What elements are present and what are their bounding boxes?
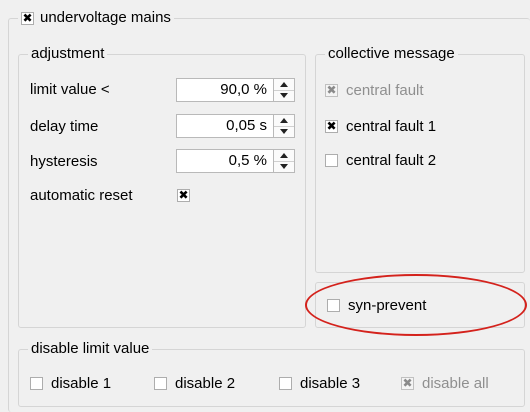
disable-all-label: disable all <box>422 374 489 392</box>
arrow-up-icon <box>280 117 288 123</box>
central-fault-2-label: central fault 2 <box>346 151 437 169</box>
disable-3-checkbox[interactable] <box>279 376 292 390</box>
hysteresis-input[interactable]: 0,5 % <box>176 149 274 173</box>
limit-value-spinbox[interactable]: 90,0 % <box>176 78 295 102</box>
delay-time-label: delay time <box>30 118 99 135</box>
limit-value-spin-buttons <box>274 78 295 102</box>
disable-limit-value-legend: disable limit value <box>28 340 153 358</box>
automatic-reset-label: automatic reset <box>30 187 133 204</box>
disable-2-option: disable 2 <box>154 372 235 394</box>
delay-time-input[interactable]: 0,05 s <box>176 114 274 138</box>
arrow-down-icon <box>280 129 288 135</box>
disable-all-checkbox[interactable] <box>401 375 414 391</box>
syn-prevent-checkbox[interactable] <box>327 298 340 312</box>
central-fault-label: central fault <box>346 81 424 99</box>
collective-message-title: collective message <box>328 45 455 62</box>
syn-prevent-option: syn-prevent <box>327 294 426 316</box>
adjustment-title: adjustment <box>31 45 105 62</box>
disable-2-checkbox[interactable] <box>154 376 167 390</box>
undervoltage-mains-legend: undervoltage mains <box>18 9 174 27</box>
disable-1-label: disable 1 <box>51 374 112 392</box>
disable-limit-value-title: disable limit value <box>31 340 150 357</box>
hysteresis-decrement-button[interactable] <box>274 162 294 173</box>
central-fault-checkbox[interactable] <box>325 82 338 98</box>
central-fault-1-checkbox[interactable] <box>325 118 338 134</box>
limit-value-increment-button[interactable] <box>274 79 294 91</box>
hysteresis-increment-button[interactable] <box>274 150 294 162</box>
undervoltage-mains-label: undervoltage mains <box>40 9 171 26</box>
hysteresis-label: hysteresis <box>30 153 98 170</box>
disable-1-option: disable 1 <box>30 372 111 394</box>
limit-value-input[interactable]: 90,0 % <box>176 78 274 102</box>
central-fault-1-label: central fault 1 <box>346 117 437 135</box>
delay-time-spinbox[interactable]: 0,05 s <box>176 114 295 138</box>
delay-time-spin-buttons <box>274 114 295 138</box>
hysteresis-spinbox[interactable]: 0,5 % <box>176 149 295 173</box>
delay-time-decrement-button[interactable] <box>274 127 294 138</box>
automatic-reset-checkbox[interactable] <box>177 187 190 203</box>
hysteresis-spin-buttons <box>274 149 295 173</box>
arrow-up-icon <box>280 81 288 87</box>
undervoltage-mains-checkbox[interactable] <box>21 10 34 26</box>
arrow-down-icon <box>280 164 288 170</box>
collective-message-legend: collective message <box>325 45 458 63</box>
disable-3-label: disable 3 <box>300 374 361 392</box>
adjustment-legend: adjustment <box>28 45 108 63</box>
central-fault-option: central fault <box>325 79 424 101</box>
delay-time-increment-button[interactable] <box>274 115 294 127</box>
disable-1-checkbox[interactable] <box>30 376 43 390</box>
disable-2-label: disable 2 <box>175 374 236 392</box>
central-fault-2-option: central fault 2 <box>325 149 436 171</box>
central-fault-1-option: central fault 1 <box>325 115 436 137</box>
limit-value-decrement-button[interactable] <box>274 91 294 102</box>
central-fault-2-checkbox[interactable] <box>325 153 338 167</box>
disable-all-option: disable all <box>401 372 489 394</box>
disable-3-option: disable 3 <box>279 372 360 394</box>
arrow-up-icon <box>280 152 288 158</box>
arrow-down-icon <box>280 93 288 99</box>
syn-prevent-label: syn-prevent <box>348 296 427 314</box>
limit-value-label: limit value < <box>30 81 110 98</box>
